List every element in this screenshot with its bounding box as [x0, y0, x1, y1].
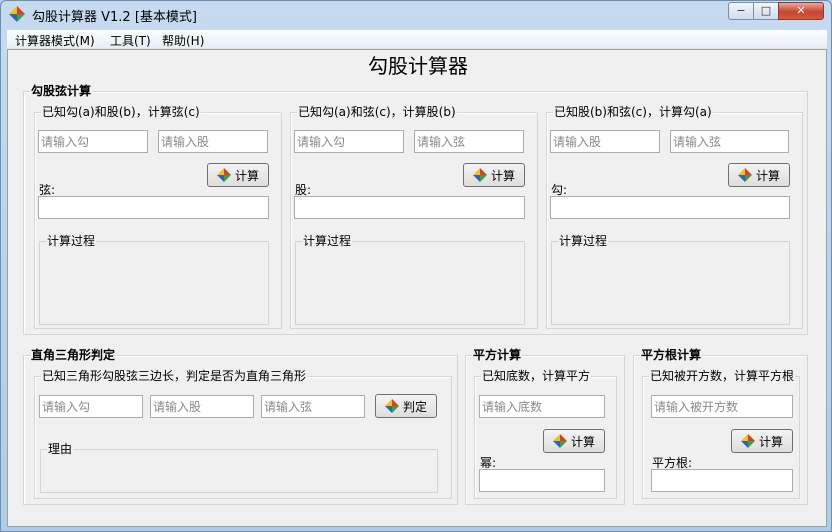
- calculate-hypotenuse-button[interactable]: 计算: [207, 163, 269, 187]
- app-window: 勾股计算器 V1.2 [基本模式] − □ ✕ 计算器模式(M) 工具(T) 帮…: [0, 0, 832, 532]
- calculate-button-label: 计算: [570, 434, 595, 449]
- sqrt-panel: 已知被开方数，计算平方根 计算 平方根:: [642, 369, 800, 499]
- pinwheel-icon: [9, 6, 25, 22]
- pinwheel-icon: [384, 399, 399, 413]
- hypotenuse-input[interactable]: [414, 130, 524, 153]
- minimize-icon: −: [736, 4, 746, 17]
- menu-bar: 计算器模式(M) 工具(T) 帮助(H): [7, 30, 827, 49]
- right-triangle-panel: 已知三角形勾股弦三边长，判定是否为直角三角形 判定 理由: [34, 369, 452, 499]
- pinwheel-icon: [737, 168, 752, 182]
- calculate-button-label: 计算: [234, 168, 259, 183]
- leg-a-result-field[interactable]: [550, 196, 790, 219]
- menu-calculator-mode[interactable]: 计算器模式(M): [15, 32, 95, 49]
- calculate-square-button[interactable]: 计算: [543, 429, 605, 453]
- minimize-button[interactable]: −: [728, 2, 754, 20]
- close-button[interactable]: ✕: [778, 2, 824, 20]
- maximize-button[interactable]: □: [753, 2, 779, 20]
- page-title: 勾股计算器: [368, 54, 468, 78]
- side-a-input[interactable]: [39, 395, 143, 418]
- pythagoras-group: 勾股弦计算 已知勾(a)和股(b)，计算弦(c) 计算 弦: 计算过程: [23, 84, 808, 335]
- client-area: 勾股计算器 勾股弦计算 已知勾(a)和股(b)，计算弦(c) 计算 弦:: [7, 49, 827, 527]
- leg-b-input[interactable]: [158, 130, 268, 153]
- square-panel-label: 已知底数，计算平方: [481, 369, 592, 383]
- sqrt-group: 平方根计算 已知被开方数，计算平方根 计算 平方根:: [633, 348, 808, 505]
- right-triangle-group-label: 直角三角形判定: [30, 348, 117, 362]
- side-c-input[interactable]: [261, 395, 365, 418]
- power-result-field[interactable]: [479, 469, 605, 492]
- square-group: 平方计算 已知底数，计算平方 计算 幂:: [465, 348, 625, 505]
- window-title: 勾股计算器 V1.2 [基本模式]: [32, 10, 197, 25]
- judge-button-label: 判定: [402, 399, 427, 414]
- calculate-leg-a-button[interactable]: 计算: [728, 163, 790, 187]
- side-b-input[interactable]: [150, 395, 254, 418]
- leg-a-panel: 已知股(b)和弦(c)，计算勾(a) 计算 勾: 计算过程: [546, 105, 803, 329]
- pinwheel-icon: [216, 168, 231, 182]
- hypotenuse-input-3[interactable]: [670, 130, 789, 153]
- process-label: 计算过程: [302, 234, 353, 248]
- pinwheel-icon: [740, 434, 755, 448]
- leg-b-panel-label: 已知勾(a)和弦(c)，计算股(b): [297, 105, 457, 119]
- calculate-sqrt-button[interactable]: 计算: [731, 429, 793, 453]
- hypotenuse-process-box: 计算过程: [39, 234, 269, 325]
- leg-b-result-field[interactable]: [294, 196, 525, 219]
- reason-box: 理由: [40, 442, 438, 493]
- hypotenuse-result-field[interactable]: [38, 196, 269, 219]
- menu-tools[interactable]: 工具(T): [110, 32, 151, 49]
- right-triangle-group: 直角三角形判定 已知三角形勾股弦三边长，判定是否为直角三角形 判定 理由: [23, 348, 458, 505]
- judge-button[interactable]: 判定: [375, 394, 437, 418]
- right-triangle-panel-label: 已知三角形勾股弦三边长，判定是否为直角三角形: [41, 369, 308, 383]
- leg-b-process-box: 计算过程: [295, 234, 525, 325]
- title-bar[interactable]: 勾股计算器 V1.2 [基本模式] − □ ✕: [1, 1, 831, 29]
- sqrt-result-field[interactable]: [651, 469, 793, 492]
- calculate-button-label: 计算: [755, 168, 780, 183]
- leg-a-process-box: 计算过程: [551, 234, 790, 325]
- leg-a-input-2[interactable]: [294, 130, 404, 153]
- maximize-icon: □: [760, 4, 772, 17]
- reason-label: 理由: [47, 442, 74, 456]
- pinwheel-icon: [552, 434, 567, 448]
- base-input[interactable]: [479, 395, 605, 418]
- pythagoras-group-label: 勾股弦计算: [30, 84, 93, 98]
- pinwheel-icon: [472, 168, 487, 182]
- square-panel: 已知底数，计算平方 计算 幂:: [474, 369, 617, 499]
- process-label: 计算过程: [558, 234, 609, 248]
- close-icon: ✕: [796, 4, 806, 17]
- hypotenuse-panel-label: 已知勾(a)和股(b)，计算弦(c): [41, 105, 201, 119]
- leg-a-panel-label: 已知股(b)和弦(c)，计算勾(a): [553, 105, 713, 119]
- calculate-leg-b-button[interactable]: 计算: [463, 163, 525, 187]
- leg-a-input[interactable]: [38, 130, 148, 153]
- calculate-button-label: 计算: [758, 434, 783, 449]
- process-label: 计算过程: [46, 234, 97, 248]
- sqrt-panel-label: 已知被开方数，计算平方根: [649, 369, 796, 383]
- square-group-label: 平方计算: [472, 348, 523, 362]
- hypotenuse-panel: 已知勾(a)和股(b)，计算弦(c) 计算 弦: 计算过程: [34, 105, 282, 329]
- radicand-input[interactable]: [651, 395, 793, 418]
- leg-b-panel: 已知勾(a)和弦(c)，计算股(b) 计算 股: 计算过程: [290, 105, 538, 329]
- calculate-button-label: 计算: [490, 168, 515, 183]
- menu-help[interactable]: 帮助(H): [162, 32, 204, 49]
- sqrt-group-label: 平方根计算: [640, 348, 703, 362]
- leg-b-input-3[interactable]: [550, 130, 660, 153]
